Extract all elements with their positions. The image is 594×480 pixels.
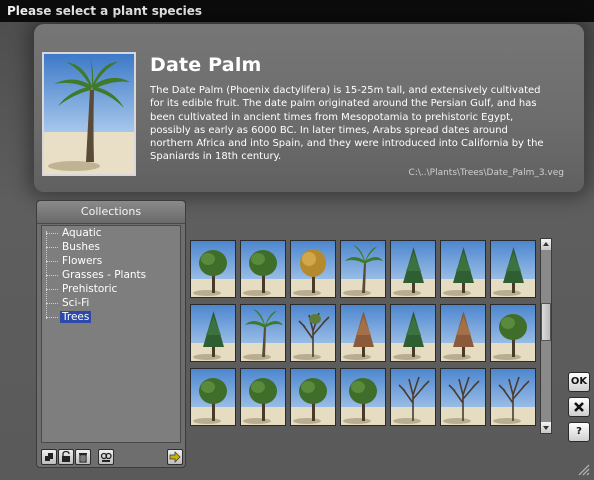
thumbnail-scrollbar[interactable]: [540, 238, 552, 434]
new-collection-button[interactable]: [41, 449, 57, 465]
plant-thumbnail[interactable]: [190, 240, 236, 298]
rename-icon: [100, 452, 112, 462]
broadleaf-tree-icon: [241, 369, 285, 425]
plant-thumbnail[interactable]: [390, 240, 436, 298]
collection-item-trees[interactable]: Trees: [46, 310, 92, 324]
ok-button[interactable]: OK: [568, 372, 590, 392]
arrow-down-icon: [543, 426, 549, 430]
conifer-tree-icon: [191, 305, 235, 361]
conifer-red-tree-icon: [341, 305, 385, 361]
collection-item-sci-fi[interactable]: Sci-Fi: [46, 296, 91, 310]
palm-tree-icon: [341, 241, 385, 297]
collection-item-label: Sci-Fi: [62, 297, 90, 309]
plant-thumbnail[interactable]: [340, 240, 386, 298]
plant-preview-image: [42, 52, 136, 176]
lock-collection-button[interactable]: [58, 449, 74, 465]
plant-thumbnail[interactable]: [190, 304, 236, 362]
broadleaf-tree-icon: [341, 369, 385, 425]
close-icon: [574, 402, 584, 412]
plant-thumbnail[interactable]: [290, 240, 336, 298]
plant-description: The Date Palm (Phoenix dactylifera) is 1…: [150, 85, 544, 163]
plant-thumbnail[interactable]: [290, 368, 336, 426]
broadleaf-tree-icon: [491, 305, 535, 361]
collection-item-label: Bushes: [62, 241, 100, 253]
collection-item-grasses-plants[interactable]: Grasses - Plants: [46, 268, 148, 282]
conifer-tree-icon: [491, 241, 535, 297]
scroll-down-button[interactable]: [541, 422, 551, 433]
plant-thumbnail[interactable]: [190, 368, 236, 426]
collection-item-label: Trees: [60, 311, 92, 323]
collection-item-label: Grasses - Plants: [62, 269, 147, 281]
new-collection-icon: [45, 453, 53, 461]
arrow-right-icon: [169, 451, 181, 463]
bare-tree-icon: [391, 369, 435, 425]
resize-grip-icon[interactable]: [576, 462, 590, 476]
rename-collection-button[interactable]: [98, 449, 114, 465]
collections-tree[interactable]: Aquatic Bushes Flowers Grasses - Plants …: [41, 225, 181, 443]
lock-icon: [62, 450, 70, 462]
plant-thumbnail[interactable]: [290, 304, 336, 362]
collections-panel: Collections Aquatic Bushes Flowers Grass…: [36, 200, 186, 468]
scrollbar-thumb[interactable]: [541, 303, 551, 341]
collection-item-label: Flowers: [62, 255, 103, 267]
window-title: Please select a plant species: [0, 0, 594, 22]
plant-thumbnail-grid[interactable]: [186, 238, 536, 434]
plant-thumbnail[interactable]: [490, 368, 536, 426]
plant-thumbnail[interactable]: [240, 304, 286, 362]
plant-thumbnail[interactable]: [340, 368, 386, 426]
plant-thumbnail[interactable]: [490, 240, 536, 298]
plant-file-path: C:\..\Plants\Trees\Date_Palm_3.veg: [408, 168, 564, 178]
collection-item-label: Prehistoric: [62, 283, 118, 295]
plant-thumbnail[interactable]: [440, 304, 486, 362]
collections-header: Collections: [37, 201, 185, 224]
plant-thumbnail[interactable]: [240, 240, 286, 298]
plant-thumbnail[interactable]: [490, 304, 536, 362]
plant-thumbnail[interactable]: [240, 368, 286, 426]
plant-thumbnail[interactable]: [340, 304, 386, 362]
plant-name: Date Palm: [150, 54, 262, 76]
collection-item-prehistoric[interactable]: Prehistoric: [46, 282, 119, 296]
broadleaf-tree-icon: [191, 369, 235, 425]
broadleaf-tree-icon: [291, 369, 335, 425]
collection-item-aquatic[interactable]: Aquatic: [46, 226, 104, 240]
conifer-tree-icon: [441, 241, 485, 297]
autumn-tree-icon: [291, 241, 335, 297]
plant-thumbnail[interactable]: [390, 368, 436, 426]
apply-collection-button[interactable]: [167, 449, 183, 465]
conifer-tree-icon: [391, 305, 435, 361]
plant-thumbnail[interactable]: [440, 368, 486, 426]
collection-item-bushes[interactable]: Bushes: [46, 240, 102, 254]
conifer-tree-icon: [391, 241, 435, 297]
broadleaf-tree-icon: [191, 241, 235, 297]
collection-item-flowers[interactable]: Flowers: [46, 254, 104, 268]
arrow-up-icon: [543, 242, 549, 246]
plant-thumbnail[interactable]: [440, 240, 486, 298]
cancel-button[interactable]: [568, 397, 590, 417]
palm-tree-icon: [241, 305, 285, 361]
conifer-red-tree-icon: [441, 305, 485, 361]
bare-tree-icon: [441, 369, 485, 425]
trash-icon: [79, 453, 87, 463]
bare-tall-tree-icon: [291, 305, 335, 361]
scroll-up-button[interactable]: [541, 239, 551, 250]
plant-thumbnail[interactable]: [390, 304, 436, 362]
broadleaf-tree-icon: [241, 241, 285, 297]
help-button[interactable]: ?: [568, 422, 590, 442]
delete-collection-button[interactable]: [75, 449, 91, 465]
collection-item-label: Aquatic: [62, 227, 102, 239]
bare-tree-icon: [491, 369, 535, 425]
